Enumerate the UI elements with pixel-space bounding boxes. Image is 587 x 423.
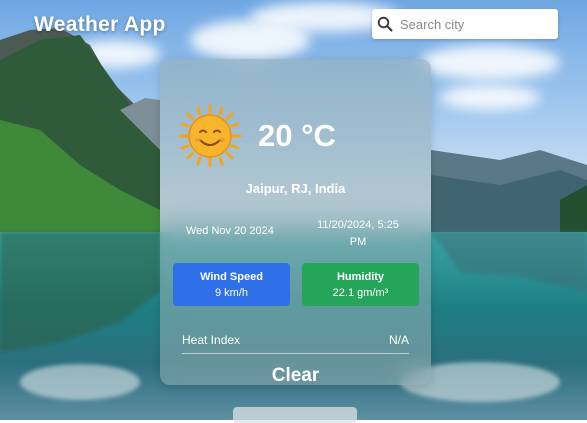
humidity-tile: Humidity 22.1 gm/m³	[302, 263, 419, 306]
temperature: 20 °C	[258, 118, 336, 153]
heat-index-label: Heat Index	[182, 333, 241, 347]
wind-speed-label: Wind Speed	[200, 271, 263, 283]
wind-speed-tile: Wind Speed 9 km/h	[173, 263, 290, 306]
heat-index-value: N/A	[388, 333, 409, 347]
date: Wed Nov 20 2024	[186, 225, 274, 237]
clear-button[interactable]: Clear	[160, 365, 431, 385]
bottom-panel	[233, 407, 357, 423]
location: Jaipur, RJ, India	[245, 181, 346, 196]
heat-index-row: Heat Index N/A	[182, 327, 409, 354]
datetime: 11/20/2024, 5:25 PM	[317, 219, 399, 248]
weather-card: 20 °C Jaipur, RJ, India Wed Nov 20 2024 …	[160, 59, 431, 385]
sun-smiley-icon	[178, 104, 242, 168]
humidity-label: Humidity	[336, 271, 385, 283]
humidity-value: 22.1 gm/m³	[332, 287, 389, 299]
wind-speed-value: 9 km/h	[214, 287, 248, 299]
search-input[interactable]	[398, 15, 552, 33]
app-title: Weather App	[34, 13, 166, 36]
search-icon[interactable]	[372, 9, 398, 39]
search-bar[interactable]	[372, 9, 558, 39]
